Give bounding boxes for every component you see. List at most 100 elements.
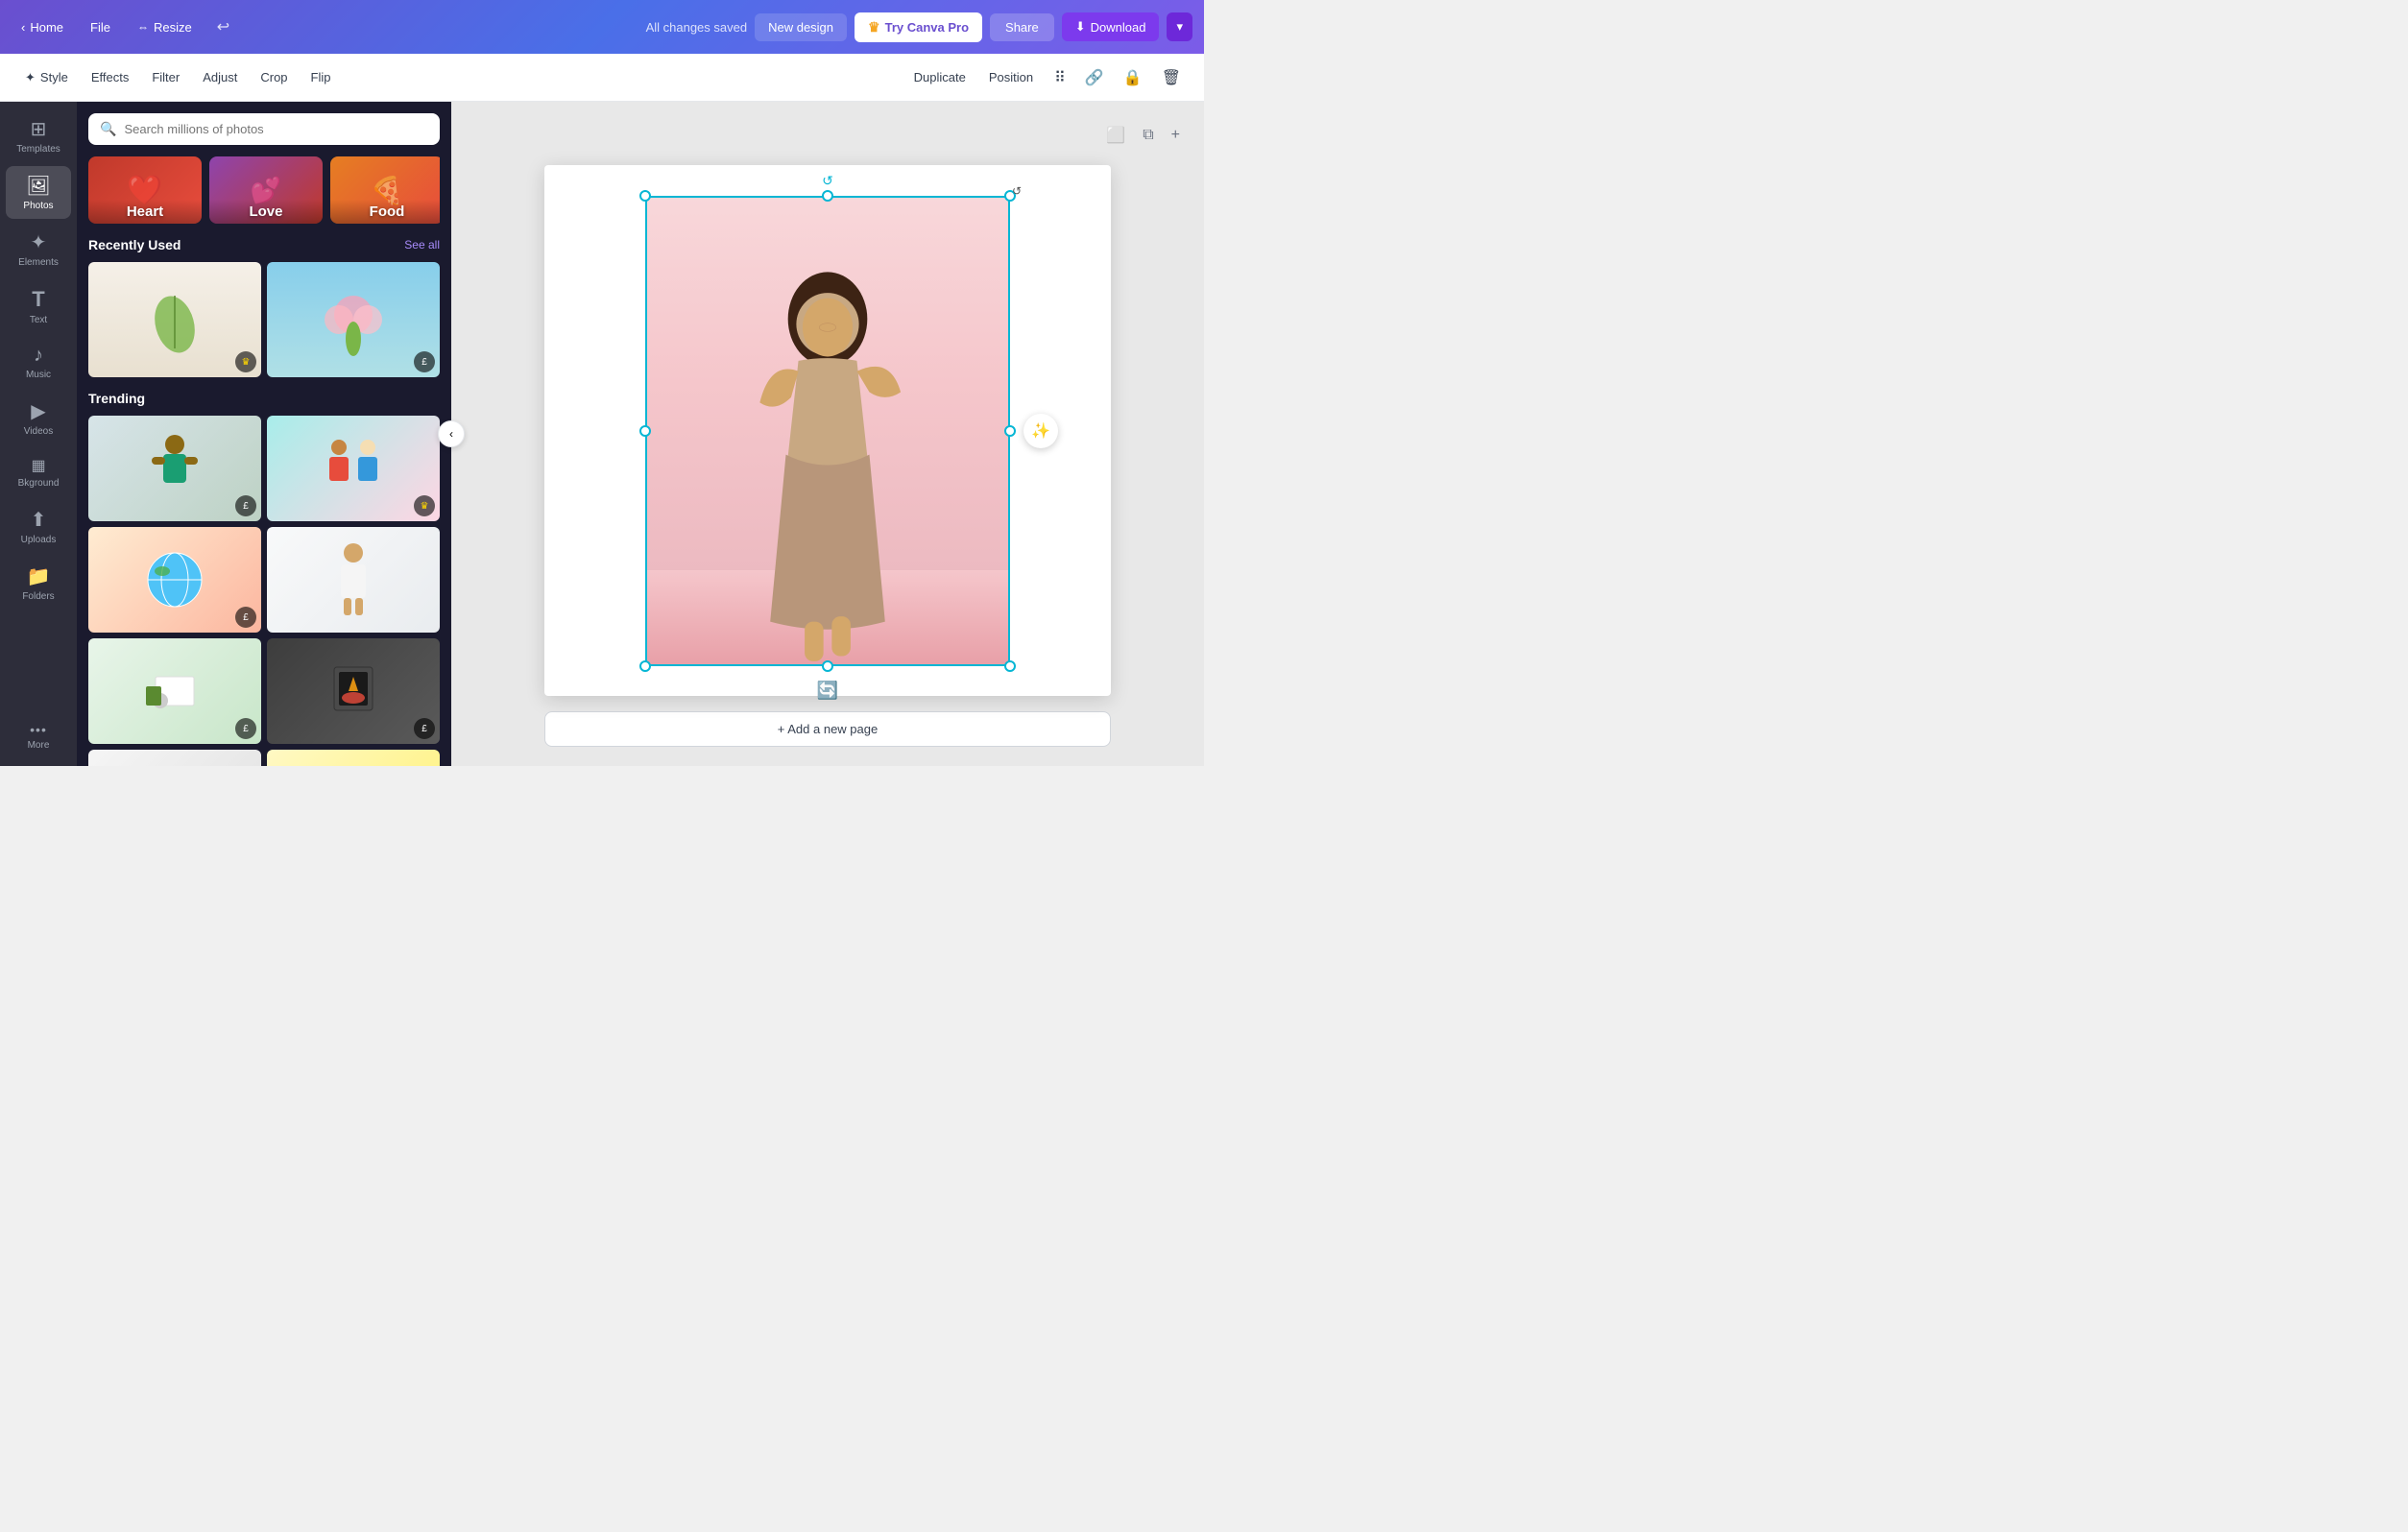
sidebar-item-photos[interactable]: 🖼 Photos (6, 166, 71, 219)
add-new-page-button[interactable]: + Add a new page (544, 711, 1111, 747)
trending-photo-1[interactable]: £ (88, 416, 261, 521)
crown-icon-2: ♛ (421, 501, 429, 512)
pound-icon-5: £ (243, 724, 249, 734)
lock-icon: 🔒 (1123, 70, 1143, 86)
sidebar-item-uploads[interactable]: ⬆ Uploads (6, 500, 71, 553)
sidebar-item-videos[interactable]: ▶ Videos (6, 392, 71, 444)
sidebar-item-more[interactable]: ••• More (6, 714, 71, 758)
recently-used-grid: ♛ £ (88, 262, 440, 377)
selected-image-container[interactable]: ↺ ↺ 🔄 (645, 196, 1010, 666)
search-input[interactable] (124, 122, 428, 136)
crop-handle-bottom-left[interactable] (639, 660, 651, 672)
sidebar-item-folders[interactable]: 📁 Folders (6, 557, 71, 610)
photos-icon: 🖼 (26, 174, 50, 198)
sidebar-item-text[interactable]: T Text (6, 279, 71, 333)
share-button[interactable]: Share (990, 13, 1054, 41)
add-page-icon-button[interactable]: + (1167, 121, 1185, 150)
copy-page-button[interactable]: ⧉ (1138, 121, 1158, 150)
hide-panel-button[interactable]: ‹ (438, 420, 465, 447)
download-dropdown-button[interactable]: ▾ (1167, 12, 1192, 41)
link-icon: 🔗 (1085, 70, 1104, 86)
sidebar-item-background[interactable]: ▦ Bkground (6, 448, 71, 496)
file-button[interactable]: File (81, 14, 120, 40)
photos-panel: 🔍 ❤️ Heart 💕 Love 🍕 Food (77, 102, 451, 766)
trending-photo-3[interactable]: £ (88, 527, 261, 633)
search-icon: 🔍 (100, 121, 116, 137)
grid-icon-button[interactable]: ⠿ (1047, 62, 1073, 93)
trending-title: Trending (88, 391, 145, 406)
photo-8-placeholder: 👨‍🍳 (267, 750, 440, 766)
trending-photo-8[interactable]: 👨‍🍳 (267, 750, 440, 766)
trending-badge-1: £ (235, 495, 256, 516)
see-all-button[interactable]: See all (404, 238, 440, 251)
sidebar-icons: ⊞ Templates 🖼 Photos ✦ Elements T Text ♪… (0, 102, 77, 766)
trending-photo-4[interactable] (267, 527, 440, 633)
resize-button[interactable]: ⇔ Resize (128, 14, 202, 40)
selected-image[interactable] (645, 196, 1010, 666)
sidebar-item-music[interactable]: ♪ Music (6, 337, 71, 388)
pound-icon-1: £ (243, 501, 249, 512)
filter-button[interactable]: Filter (142, 64, 189, 90)
new-design-button[interactable]: New design (755, 13, 847, 41)
sidebar-item-templates[interactable]: ⊞ Templates (6, 109, 71, 162)
download-button[interactable]: ⬇ Download (1062, 12, 1160, 41)
trending-photo-2[interactable]: ♛ (267, 416, 440, 521)
trending-header: Trending (88, 391, 440, 406)
crop-handle-bottom-right[interactable] (1004, 660, 1016, 672)
effects-button[interactable]: Effects (82, 64, 139, 90)
position-button[interactable]: Position (979, 64, 1043, 90)
resize-label: Resize (154, 20, 192, 35)
trending-photo-6[interactable]: £ (267, 638, 440, 744)
crop-handle-top-left[interactable] (639, 190, 651, 202)
adjust-button[interactable]: Adjust (193, 64, 247, 90)
trash-icon: 🗑 (1162, 70, 1181, 86)
fireplace-illustration (325, 658, 382, 725)
category-row: ❤️ Heart 💕 Love 🍕 Food › (88, 156, 440, 224)
main-layout: ⊞ Templates 🖼 Photos ✦ Elements T Text ♪… (0, 102, 1204, 766)
crop-button[interactable]: Crop (251, 64, 297, 90)
music-icon: ♪ (34, 345, 43, 367)
trending-badge-5: £ (235, 718, 256, 739)
crop-rotate-bottom-handle[interactable]: 🔄 (817, 681, 838, 701)
page-view-button[interactable]: ⬜ (1101, 121, 1130, 150)
lock-button[interactable]: 🔒 (1116, 62, 1150, 93)
crop-handle-middle-right[interactable] (1004, 425, 1016, 437)
category-chip-food[interactable]: 🍕 Food (330, 156, 440, 224)
photo-badge-1: ♛ (235, 351, 256, 372)
canvas-area: ⬜ ⧉ + (451, 102, 1204, 766)
duplicate-button[interactable]: Duplicate (904, 64, 975, 90)
recently-used-photo-1[interactable]: ♛ (88, 262, 261, 377)
undo-button[interactable]: ↩ (209, 13, 237, 40)
ai-enhance-button[interactable]: ✨ (1023, 414, 1058, 448)
crown-badge-icon: ♛ (242, 357, 251, 368)
category-chip-love[interactable]: 💕 Love (209, 156, 323, 224)
delete-button[interactable]: 🗑 (1154, 62, 1189, 93)
recently-used-photo-2[interactable]: £ (267, 262, 440, 377)
link-button[interactable]: 🔗 (1077, 62, 1112, 93)
selected-image-wrapper: ↺ ↺ 🔄 ✨ (645, 196, 1010, 666)
crop-rotate-top-handle[interactable]: ↺ (822, 173, 833, 189)
style-button[interactable]: ✦ Style (15, 64, 78, 91)
crop-handle-middle-left[interactable] (639, 425, 651, 437)
crop-handle-top-center[interactable] (822, 190, 833, 202)
food-chip-label: Food (330, 200, 440, 224)
trending-photo-7[interactable]: 🌿 (88, 750, 261, 766)
rotate-corner-icon[interactable]: ↺ (1012, 184, 1022, 198)
flip-button[interactable]: Flip (301, 64, 341, 90)
crop-handle-bottom-center[interactable] (822, 660, 833, 672)
sidebar-item-elements[interactable]: ✦ Elements (6, 223, 71, 275)
trending-badge-2: ♛ (414, 495, 435, 516)
category-chip-heart[interactable]: ❤️ Heart (88, 156, 202, 224)
try-pro-button[interactable]: ♛ Try Canva Pro (855, 12, 982, 42)
recently-used-title: Recently Used (88, 237, 181, 252)
photo-7-placeholder: 🌿 (88, 750, 261, 766)
cooking-man-illustration (146, 430, 204, 507)
sparkle-icon: ✨ (1031, 421, 1050, 441)
trending-photo-5[interactable]: £ (88, 638, 261, 744)
search-box[interactable]: 🔍 (88, 113, 440, 145)
home-button[interactable]: ‹ Home (12, 14, 73, 40)
top-nav: ‹ Home File ⇔ Resize ↩ All changes saved… (0, 0, 1204, 54)
secondary-toolbar: ✦ Style Effects Filter Adjust Crop Flip … (0, 54, 1204, 102)
background-icon: ▦ (31, 456, 45, 475)
friends-illustration (315, 430, 392, 507)
